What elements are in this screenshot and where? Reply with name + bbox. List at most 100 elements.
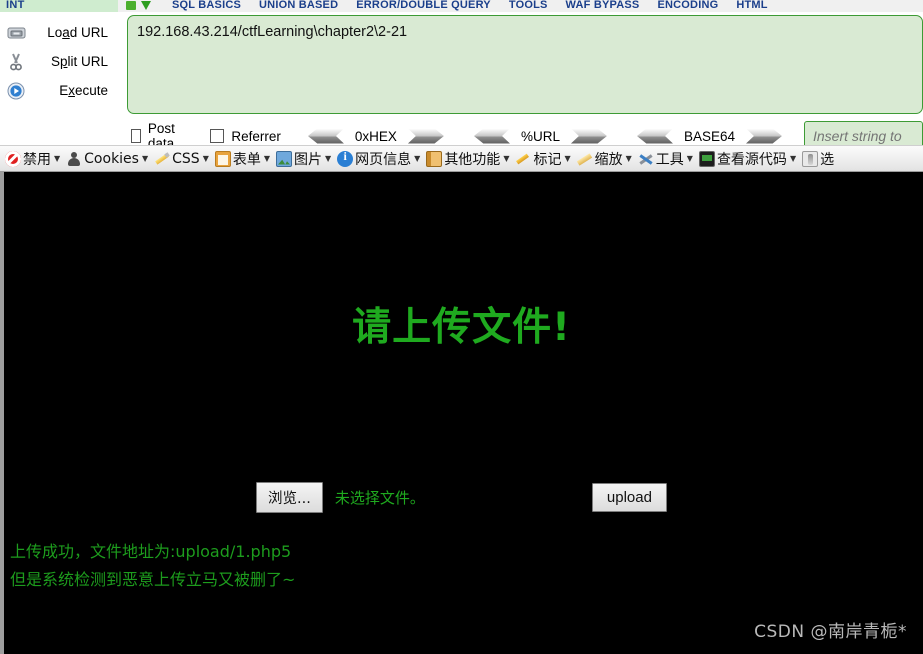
load-url-icon — [5, 22, 27, 44]
page-left-gutter — [0, 172, 4, 654]
post-data-checkbox[interactable] — [131, 129, 141, 143]
base64-label: BASE64 — [683, 128, 735, 144]
toolbar-label-zoom: 缩放 — [594, 151, 623, 168]
execute-icon — [5, 80, 27, 102]
toolbar-item-css[interactable]: CSS ▼ — [151, 147, 212, 170]
chevron-down-icon: ▼ — [263, 154, 270, 163]
source-icon — [698, 150, 715, 167]
toolbar-item-disable[interactable]: 禁用 ▼ — [2, 147, 63, 170]
hackbar-menu-item-html[interactable]: HTML — [727, 0, 776, 11]
url-decode-arrow-icon[interactable] — [474, 129, 510, 144]
referrer-checkbox-group[interactable]: Referrer — [210, 129, 281, 144]
hackbar-menu-int-tab[interactable]: INT — [0, 0, 118, 12]
toolbar-label-tools: 工具 — [655, 151, 684, 168]
execute-label: Execute — [59, 83, 108, 98]
toolbar-item-cookies[interactable]: Cookies ▼ — [63, 147, 151, 170]
toolbar-label-images: 图片 — [294, 151, 322, 168]
chevron-down-icon: ▼ — [325, 154, 332, 163]
chevron-down-icon: ▼ — [503, 154, 510, 163]
url-label: %URL — [520, 128, 560, 144]
chevron-down-icon: ▼ — [202, 154, 209, 163]
url-converter-group: %URL — [474, 129, 607, 144]
execute-action[interactable]: Execute — [0, 76, 122, 105]
toolbar-label-page-info: 网页信息 — [355, 151, 412, 168]
hackbar-menu-item-sql-basics[interactable]: SQL BASICS — [163, 0, 250, 11]
page-content: 请上传文件! 浏览... 未选择文件。 upload 上传成功，文件地址为:up… — [0, 172, 923, 654]
page-title: 请上传文件! — [352, 305, 571, 350]
toolbar-item-tools[interactable]: 工具 ▼ — [635, 147, 696, 170]
ruler-icon — [577, 151, 593, 167]
split-url-action[interactable]: Split URL — [0, 47, 122, 76]
load-url-action[interactable]: Load URL — [0, 18, 122, 47]
watermark: CSDN @南岸青栀* — [754, 622, 907, 642]
upload-form: 浏览... 未选择文件。 upload — [0, 482, 923, 513]
toolbar-label-view-source: 查看源代码 — [716, 151, 787, 168]
ban-icon — [5, 150, 21, 167]
base64-decode-arrow-icon[interactable] — [637, 129, 673, 144]
hackbar-menu-icons — [118, 0, 151, 10]
hex-encode-arrow-icon[interactable] — [408, 129, 444, 144]
upload-deleted-message: 但是系统检测到恶意上传立马又被删了~ — [10, 570, 296, 589]
hackbar-menu-item-tools[interactable]: TOOLS — [500, 0, 557, 11]
chevron-down-icon: ▼ — [141, 154, 149, 163]
load-url-label: Load URL — [47, 25, 108, 40]
browse-file-button[interactable]: 浏览... — [256, 482, 323, 513]
base64-converter-group: BASE64 — [637, 129, 782, 144]
toolbar-label-disable: 禁用 — [23, 151, 51, 168]
toolbar-label-cookies: Cookies — [84, 150, 139, 167]
hackbar-menu-item-waf-bypass[interactable]: WAF BYPASS — [557, 0, 649, 11]
screenshot-root: INT SQL BASICS UNION BASED ERROR/DOUBLE … — [0, 0, 923, 654]
split-url-label: Split URL — [50, 54, 108, 69]
clipboard-icon — [214, 150, 231, 167]
image-icon — [276, 150, 292, 167]
upload-success-message: 上传成功，文件地址为:upload/1.php5 — [10, 542, 292, 561]
toolbar-item-images[interactable]: 图片 ▼ — [273, 147, 334, 170]
chevron-down-icon: ▼ — [414, 154, 421, 163]
url-encode-arrow-icon[interactable] — [571, 129, 607, 144]
green-arrow-down-icon[interactable] — [141, 1, 151, 10]
chevron-down-icon: ▼ — [789, 154, 797, 163]
toolbar-label-options: 选 — [820, 151, 835, 168]
pen-icon — [154, 151, 170, 167]
tools-icon — [638, 151, 654, 167]
base64-encode-arrow-icon[interactable] — [746, 129, 782, 144]
info-icon — [337, 149, 354, 167]
toolbar-label-css: CSS — [172, 150, 200, 167]
hackbar-menu-item-encoding[interactable]: ENCODING — [648, 0, 727, 11]
toolbar-item-options[interactable]: 选 — [799, 147, 837, 170]
toolbar-label-forms: 表单 — [232, 151, 261, 168]
toolbar-item-forms[interactable]: 表单 ▼ — [212, 147, 273, 170]
hex-decode-arrow-icon[interactable] — [308, 129, 344, 144]
hex-label: 0xHEX — [354, 128, 397, 144]
toolbar-item-zoom[interactable]: 缩放 ▼ — [574, 147, 635, 170]
chevron-down-icon: ▼ — [686, 154, 693, 163]
toolbar-item-view-source[interactable]: 查看源代码 ▼ — [696, 147, 799, 170]
toolbar-label-mark: 标记 — [533, 151, 562, 168]
chevron-down-icon: ▼ — [625, 154, 632, 163]
chevron-down-icon: ▼ — [564, 154, 571, 163]
toolbar-item-other[interactable]: 其他功能 ▼ — [423, 147, 512, 170]
hackbar-panel: Load URL Split URL Execute 192.168.43.21… — [0, 12, 923, 151]
hackbar-menu-items: SQL BASICS UNION BASED ERROR/DOUBLE QUER… — [163, 0, 777, 11]
scissors-icon — [5, 51, 27, 73]
url-input[interactable] — [127, 15, 923, 114]
book-icon — [426, 150, 443, 167]
hackbar-menu-item-error-double-query[interactable]: ERROR/DOUBLE QUERY — [347, 0, 500, 11]
file-status-label: 未选择文件。 — [334, 489, 425, 507]
referrer-checkbox[interactable] — [210, 129, 225, 143]
marker-icon — [515, 151, 531, 167]
person-icon — [66, 151, 82, 167]
hackbar-menu-item-union-based[interactable]: UNION BASED — [250, 0, 347, 11]
upload-button[interactable]: upload — [591, 483, 667, 512]
chevron-down-icon: ▼ — [54, 154, 61, 163]
hackbar-menu-bar: INT SQL BASICS UNION BASED ERROR/DOUBLE … — [0, 0, 923, 12]
toolbar-item-mark[interactable]: 标记 ▼ — [512, 147, 573, 170]
green-square-icon[interactable] — [126, 1, 136, 10]
toolbar-item-page-info[interactable]: 网页信息 ▼ — [334, 147, 423, 170]
browser-extension-toolbar: 禁用 ▼ Cookies ▼ CSS ▼ 表单 ▼ 图片 ▼ 网页信息 ▼ — [0, 145, 923, 172]
hex-converter-group: 0xHEX — [308, 129, 444, 144]
upload-result-messages: 上传成功，文件地址为:upload/1.php5 但是系统检测到恶意上传立马又被… — [10, 538, 295, 594]
toolbar-label-other: 其他功能 — [444, 151, 501, 168]
hackbar-actions: Load URL Split URL Execute — [0, 12, 122, 112]
options-icon — [802, 150, 819, 167]
